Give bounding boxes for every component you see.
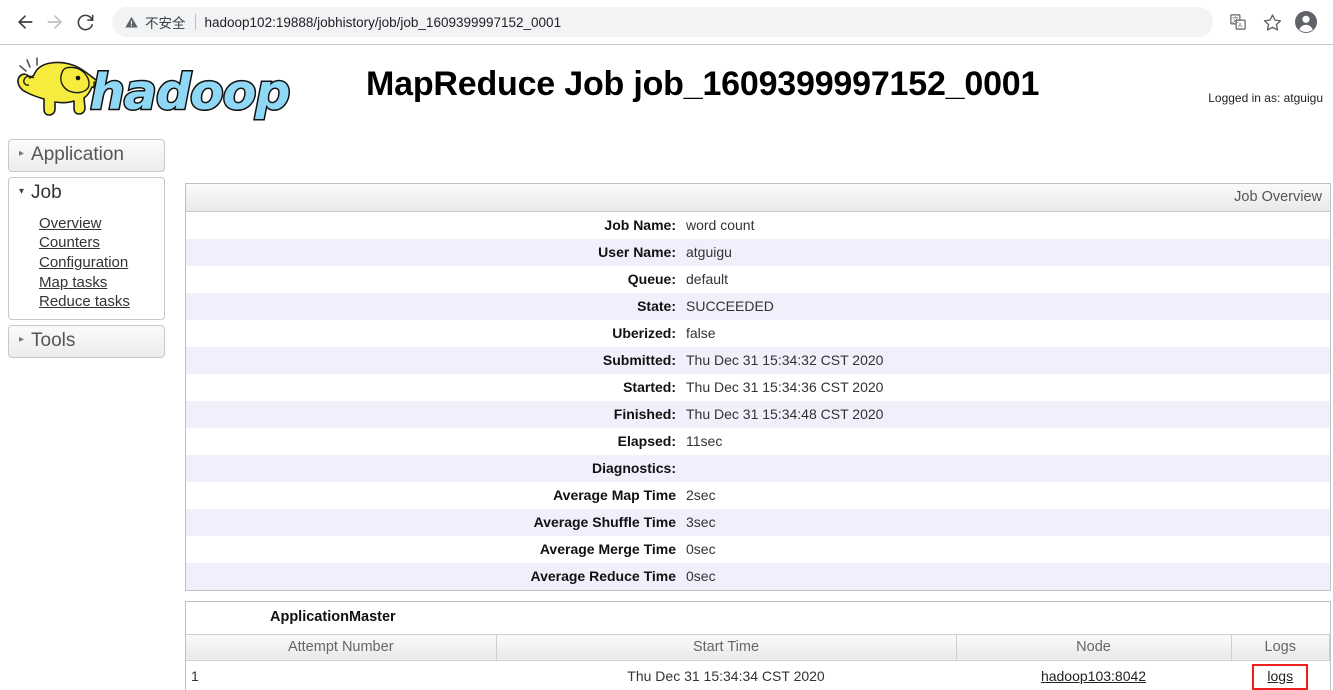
avg-map-time-value: 2sec bbox=[686, 487, 716, 503]
header-attempt-number: Attempt Number bbox=[186, 633, 497, 661]
avg-reduce-time-value: 0sec bbox=[686, 568, 716, 584]
table-row: Average Reduce Time 0sec bbox=[186, 563, 1330, 590]
submitted-value: Thu Dec 31 15:34:32 CST 2020 bbox=[686, 352, 884, 368]
table-header-row: Attempt Number Start Time Node Logs bbox=[186, 633, 1330, 661]
uberized-label: Uberized: bbox=[612, 325, 676, 341]
user-name-value: atguigu bbox=[686, 244, 732, 260]
logged-in-label: Logged in as: atguigu bbox=[1208, 91, 1323, 105]
table-row: Started: Thu Dec 31 15:34:36 CST 2020 bbox=[186, 374, 1330, 401]
chevron-right-icon: ▸ bbox=[19, 333, 25, 345]
translate-icon[interactable]: 文A bbox=[1223, 7, 1253, 37]
job-name-value: word count bbox=[686, 217, 755, 233]
hadoop-logo[interactable]: hadoop bbox=[6, 51, 316, 129]
job-name-label: Job Name: bbox=[604, 217, 676, 233]
header-node: Node bbox=[956, 633, 1232, 661]
sidebar-item-application[interactable]: ▸ Application bbox=[8, 139, 165, 172]
svg-text:hadoop: hadoop bbox=[90, 64, 289, 121]
address-bar[interactable]: 不安全 hadoop102:19888/jobhistory/job/job_1… bbox=[112, 7, 1213, 37]
reload-icon[interactable] bbox=[70, 7, 100, 37]
table-row: Average Map Time 2sec bbox=[186, 482, 1330, 509]
started-value: Thu Dec 31 15:34:36 CST 2020 bbox=[686, 379, 884, 395]
avg-reduce-time-label: Average Reduce Time bbox=[530, 568, 676, 584]
state-value: SUCCEEDED bbox=[686, 298, 774, 314]
application-master-title: ApplicationMaster bbox=[186, 602, 1330, 635]
diagnostics-label: Diagnostics: bbox=[591, 460, 676, 476]
table-row: Average Merge Time 0sec bbox=[186, 536, 1330, 563]
header-start-time: Start Time bbox=[496, 633, 957, 661]
started-label: Started: bbox=[623, 379, 676, 395]
table-row: 1 Thu Dec 31 15:34:34 CST 2020 hadoop103… bbox=[186, 660, 1330, 690]
sidebar-job-links: Overview Counters Configuration Map task… bbox=[8, 208, 165, 320]
page-title: MapReduce Job job_1609399997152_0001 bbox=[366, 65, 1040, 103]
table-row: State: SUCCEEDED bbox=[186, 293, 1330, 320]
profile-avatar-icon[interactable] bbox=[1291, 7, 1321, 37]
sidebar-link-counters[interactable]: Counters bbox=[9, 233, 164, 253]
attempt-number-value: 1 bbox=[191, 668, 199, 685]
application-master-table: ApplicationMaster Attempt Number Start T… bbox=[185, 601, 1331, 690]
browser-actions: 文A bbox=[1219, 7, 1323, 37]
finished-label: Finished: bbox=[613, 406, 676, 422]
page-body: Logged in as: atguigu hadoop MapReduce J… bbox=[0, 45, 1333, 690]
sidebar-group-tools: ▸ Tools bbox=[8, 324, 165, 358]
browser-toolbar: 不安全 hadoop102:19888/jobhistory/job/job_1… bbox=[0, 0, 1333, 45]
state-label: State: bbox=[637, 298, 676, 314]
sidebar-item-label: Application bbox=[31, 144, 124, 165]
logs-highlight-box: logs bbox=[1252, 663, 1309, 690]
logs-link[interactable]: logs bbox=[1267, 668, 1293, 684]
table-row: Job Name: word count bbox=[186, 212, 1330, 239]
back-arrow-icon[interactable] bbox=[10, 7, 40, 37]
insecure-label: 不安全 bbox=[145, 16, 186, 31]
sidebar-item-label: Tools bbox=[31, 329, 76, 351]
chevron-right-icon: ▸ bbox=[19, 147, 25, 159]
forward-arrow-icon[interactable] bbox=[40, 7, 70, 37]
table-row: User Name: atguigu bbox=[186, 239, 1330, 266]
node-cell: hadoop103:8042 bbox=[956, 660, 1231, 690]
sidebar-item-job[interactable]: ▾ Job bbox=[8, 176, 165, 209]
svg-text:A: A bbox=[1238, 23, 1243, 30]
table-row: Diagnostics: bbox=[186, 455, 1330, 482]
avg-shuffle-time-value: 3sec bbox=[686, 514, 716, 530]
sidebar-item-label: Job bbox=[31, 181, 62, 203]
queue-value: default bbox=[686, 271, 729, 287]
table-row: Finished: Thu Dec 31 15:34:48 CST 2020 bbox=[186, 401, 1330, 428]
url-text: hadoop102:19888/jobhistory/job/job_16093… bbox=[204, 14, 562, 30]
start-time-value: Thu Dec 31 15:34:34 CST 2020 bbox=[627, 668, 825, 685]
node-link[interactable]: hadoop103:8042 bbox=[1041, 668, 1146, 684]
elapsed-value: 11sec bbox=[686, 433, 723, 449]
sidebar-group-job: ▾ Job Overview Counters Configuration Ma… bbox=[8, 176, 165, 320]
table-row: Queue: default bbox=[186, 266, 1330, 293]
application-master-title-row: ApplicationMaster bbox=[186, 602, 1330, 635]
avg-shuffle-time-label: Average Shuffle Time bbox=[533, 514, 676, 530]
avg-map-time-label: Average Map Time bbox=[553, 487, 676, 503]
sidebar-link-configuration[interactable]: Configuration bbox=[9, 253, 164, 273]
avg-merge-time-label: Average Merge Time bbox=[539, 541, 676, 557]
user-name-label: User Name: bbox=[598, 244, 676, 260]
sidebar-group-application: ▸ Application bbox=[8, 139, 165, 172]
avg-merge-time-value: 0sec bbox=[686, 541, 716, 557]
uberized-value: false bbox=[686, 325, 716, 341]
main-content: Job Overview Job Name: word count User N… bbox=[185, 183, 1331, 690]
sidebar-item-tools[interactable]: ▸ Tools bbox=[8, 324, 165, 358]
sidebar-link-reduce-tasks[interactable]: Reduce tasks bbox=[9, 292, 164, 312]
table-row: Submitted: Thu Dec 31 15:34:32 CST 2020 bbox=[186, 347, 1330, 374]
sidebar-link-map-tasks[interactable]: Map tasks bbox=[9, 273, 164, 293]
omnibox-divider bbox=[194, 14, 196, 30]
table-row: Average Shuffle Time 3sec bbox=[186, 509, 1330, 536]
bookmark-star-icon[interactable] bbox=[1257, 7, 1287, 37]
header-logs: Logs bbox=[1231, 633, 1330, 661]
queue-label: Queue: bbox=[627, 271, 676, 287]
table-row: Uberized: false bbox=[186, 320, 1330, 347]
sidebar: ▸ Application ▾ Job Overview Counters Co… bbox=[8, 139, 165, 363]
warning-triangle-icon bbox=[124, 15, 139, 30]
submitted-label: Submitted: bbox=[602, 352, 676, 368]
job-overview-caption: Job Overview bbox=[186, 184, 1330, 212]
finished-value: Thu Dec 31 15:34:48 CST 2020 bbox=[686, 406, 884, 422]
job-overview-table: Job Overview Job Name: word count User N… bbox=[185, 183, 1331, 591]
logs-cell: logs bbox=[1231, 660, 1330, 690]
sidebar-link-overview[interactable]: Overview bbox=[9, 214, 164, 234]
chevron-down-icon: ▾ bbox=[19, 185, 25, 197]
diagnostics-value bbox=[684, 455, 1330, 482]
table-row: Elapsed: 11sec bbox=[186, 428, 1330, 455]
elapsed-label: Elapsed: bbox=[617, 433, 676, 449]
